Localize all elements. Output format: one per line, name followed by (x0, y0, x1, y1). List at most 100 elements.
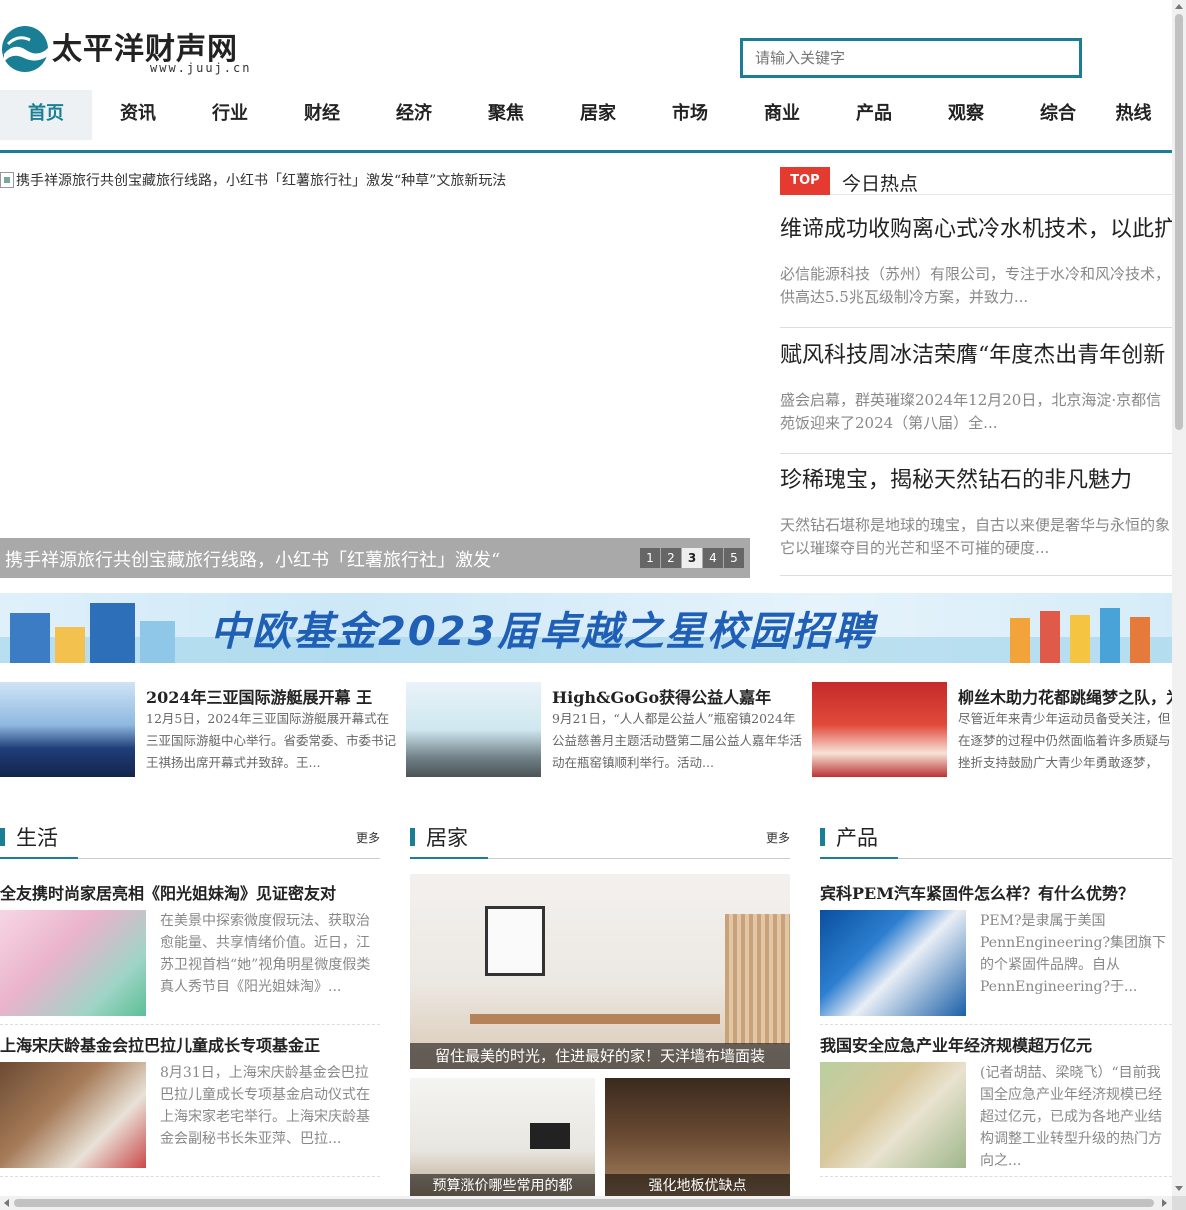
hero-image-alt: 携手祥源旅行共创宝藏旅行线路，小红书「红薯旅行社」激发“种草”文旅新玩法 (16, 173, 507, 189)
article-desc: (记者胡喆、梁晓飞）“目前我国全应急产业年经济规模已经超过亿元，已成为各地产业结… (980, 1065, 1162, 1169)
home-thumbnail[interactable]: 预算涨价哪些常用的都 (410, 1078, 595, 1198)
nav-item-product[interactable]: 产品 (828, 90, 920, 140)
home-thumbnail-caption[interactable]: 强化地板优缺点 (605, 1174, 790, 1198)
hero-carousel[interactable]: 携手祥源旅行共创宝藏旅行线路，小红书「红薯旅行社」激发“种草”文旅新玩法 携手祥… (0, 165, 750, 578)
scroll-right-icon[interactable] (1162, 1199, 1167, 1207)
news-thumbnail[interactable] (406, 682, 541, 777)
section-marker (410, 828, 415, 846)
divider (0, 1024, 380, 1025)
hot-item-title[interactable]: 维谛成功收购离心式冷水机技术，以此扩 (780, 211, 1172, 243)
banner-text: 中欧基金2023届卓越之星校园招聘 (210, 609, 876, 655)
hot-header: TOP 今日热点 (780, 165, 1172, 195)
scroll-down-icon[interactable] (1175, 1186, 1183, 1191)
news-desc: 12月5日，2024年三亚国际游艇展开幕式在三亚国际游艇中心举行。省委常委、市委… (146, 711, 396, 770)
carousel-page-3[interactable]: 3 (682, 548, 702, 568)
horizontal-scrollbar[interactable] (0, 1196, 1172, 1210)
banner-figure-shape (1130, 617, 1150, 663)
table-shape (470, 1014, 720, 1024)
scroll-left-icon[interactable] (4, 1199, 9, 1207)
nav-item-industry[interactable]: 行业 (184, 90, 276, 140)
nav-item-home[interactable]: 首页 (0, 90, 92, 140)
nav-item-hotline[interactable]: 热线 (1095, 90, 1172, 140)
screen-shape (725, 914, 790, 1044)
broken-image-icon (0, 172, 14, 188)
article-thumbnail[interactable] (820, 1062, 966, 1168)
home-feature-image[interactable]: 留住最美的时光，住进最好的家！天洋墙布墙面装 (410, 874, 790, 1069)
hot-item[interactable]: 赋风科技周冰洁荣膺“年度杰出青年创新 盛会启幕，群英璀璨2024年12月20日，… (780, 337, 1172, 454)
nav-item-news[interactable]: 资讯 (92, 90, 184, 140)
article-title[interactable]: 全友携时尚家居亮相《阳光姐妹淘》见证密友对 (0, 880, 336, 904)
nav-item-finance[interactable]: 财经 (276, 90, 368, 140)
divider (820, 1024, 1172, 1025)
section-header: 产品 (820, 822, 1172, 859)
banner-figure-shape (1040, 611, 1060, 663)
top-badge: TOP (780, 167, 830, 195)
hot-item-desc: 天然钻石堪称是地球的瑰宝，自古以来便是奢华与永恒的象它以璀璨夺目的光芒和坚不可摧… (780, 516, 1171, 557)
article-thumbnail[interactable] (0, 1062, 146, 1168)
news-title[interactable]: 2024年三亚国际游艇展开幕 王 (146, 684, 372, 708)
news-card[interactable]: 2024年三亚国际游艇展开幕 王 12月5日，2024年三亚国际游艇展开幕式在三… (0, 682, 396, 778)
vertical-scrollbar[interactable] (1172, 0, 1186, 1196)
site-logo[interactable]: 太平洋财声网 www.juuj.cn (0, 24, 260, 80)
article-desc: 在美景中探索微度假玩法、获取治愈能量、共享情绪价值。近日，江苏卫视首档“她”视角… (160, 913, 371, 995)
nav-item-home-living[interactable]: 居家 (552, 90, 644, 140)
nav-item-observe[interactable]: 观察 (920, 90, 1012, 140)
home-thumbnail-caption[interactable]: 预算涨价哪些常用的都 (410, 1174, 595, 1198)
more-link[interactable]: 更多 (766, 829, 790, 846)
main-nav: 首页 资讯 行业 财经 经济 聚焦 居家 市场 商业 产品 观察 综合 热线 (0, 90, 1172, 153)
scroll-up-icon[interactable] (1175, 4, 1183, 9)
more-link[interactable]: 更多 (356, 829, 380, 846)
vertical-scroll-thumb[interactable] (1175, 14, 1183, 430)
article-thumbnail[interactable] (820, 910, 966, 1016)
article-desc: 8月31日，上海宋庆龄基金会巴拉巴拉儿童成长专项基金启动仪式在上海宋家老宅举行。… (160, 1065, 370, 1147)
home-thumbnail[interactable]: 强化地板优缺点 (605, 1078, 790, 1198)
hot-item[interactable]: 珍稀瑰宝，揭秘天然钻石的非凡魅力 天然钻石堪称是地球的瑰宝，自古以来便是奢华与永… (780, 462, 1172, 576)
nav-item-economy[interactable]: 经济 (368, 90, 460, 140)
news-card[interactable]: High&GoGo获得公益人嘉年 9月21日，“人人都是公益人”瓶窑镇2024年… (406, 682, 802, 778)
news-title[interactable]: 柳丝木助力花都跳绳梦之队，为少 (958, 684, 1172, 708)
section-marker (0, 828, 5, 846)
section-title: 生活 (16, 826, 58, 850)
search-input[interactable] (740, 38, 1082, 78)
news-thumbnail[interactable] (0, 682, 135, 777)
hot-item[interactable]: 维谛成功收购离心式冷水机技术，以此扩 必信能源科技（苏州）有限公司，专注于水冷和… (780, 211, 1172, 328)
carousel-caption[interactable]: 携手祥源旅行共创宝藏旅行线路，小红书「红薯旅行社」激发“ (5, 546, 625, 572)
section-title: 产品 (836, 826, 878, 850)
nav-item-market[interactable]: 市场 (644, 90, 736, 140)
article-title[interactable]: 我国安全应急产业年经济规模超万亿元 (820, 1032, 1092, 1056)
section-marker (820, 828, 825, 846)
section-underline (0, 857, 78, 859)
horizontal-scroll-thumb[interactable] (14, 1199, 1154, 1207)
section-underline (410, 857, 488, 859)
news-title[interactable]: High&GoGo获得公益人嘉年 (552, 684, 771, 708)
divider (820, 1176, 1172, 1177)
tv-shape (530, 1123, 570, 1149)
news-desc: 尽管近年来青少年运动员备受关注，但在逐梦的过程中仍然面临着许多质疑与挫折支持鼓励… (958, 711, 1171, 778)
recruitment-banner[interactable]: 中欧基金2023届卓越之星校园招聘 (0, 593, 1172, 663)
section-header: 居家 更多 (410, 822, 790, 859)
news-desc: 9月21日，“人人都是公益人”瓶窑镇2024年公益慈善月主题活动暨第二届公益人嘉… (552, 711, 802, 770)
hot-title: 今日热点 (842, 173, 919, 195)
carousel-page-2[interactable]: 2 (661, 548, 681, 568)
news-card[interactable]: 柳丝木助力花都跳绳梦之队，为少 尽管近年来青少年运动员备受关注，但在逐梦的过程中… (812, 682, 1172, 778)
hero-image[interactable]: 携手祥源旅行共创宝藏旅行线路，小红书「红薯旅行社」激发“种草”文旅新玩法 (0, 170, 506, 190)
carousel-page-5[interactable]: 5 (724, 548, 744, 568)
article-thumbnail[interactable] (0, 910, 146, 1016)
hot-today-panel: TOP 今日热点 维谛成功收购离心式冷水机技术，以此扩 必信能源科技（苏州）有限… (780, 165, 1172, 578)
carousel-page-4[interactable]: 4 (703, 548, 723, 568)
article-title[interactable]: 宾科PEM汽车紧固件怎么样？有什么优势？ (820, 880, 1134, 904)
news-thumbnail[interactable] (812, 682, 947, 777)
carousel-page-1[interactable]: 1 (640, 548, 660, 568)
home-feature-caption[interactable]: 留住最美的时光，住进最好的家！天洋墙布墙面装 (410, 1043, 790, 1069)
article-desc: PEM?是隶属于美国PennEngineering?集团旗下的个紧固件品牌。自从… (980, 913, 1167, 995)
article-title[interactable]: 上海宋庆龄基金会拉巴拉儿童成长专项基金正 (0, 1032, 320, 1056)
hot-item-title[interactable]: 赋风科技周冰洁荣膺“年度杰出青年创新 (780, 337, 1172, 369)
wave-logo-icon (2, 26, 48, 72)
hot-item-desc: 必信能源科技（苏州）有限公司，专注于水冷和风冷技术，供高达5.5兆瓦级制冷方案，… (780, 265, 1171, 306)
banner-figure-shape (1100, 608, 1120, 663)
divider (0, 1176, 380, 1177)
nav-item-business[interactable]: 商业 (736, 90, 828, 140)
nav-item-focus[interactable]: 聚焦 (460, 90, 552, 140)
hot-item-title[interactable]: 珍稀瑰宝，揭秘天然钻石的非凡魅力 (780, 462, 1172, 494)
nav-item-general[interactable]: 综合 (1012, 90, 1104, 140)
